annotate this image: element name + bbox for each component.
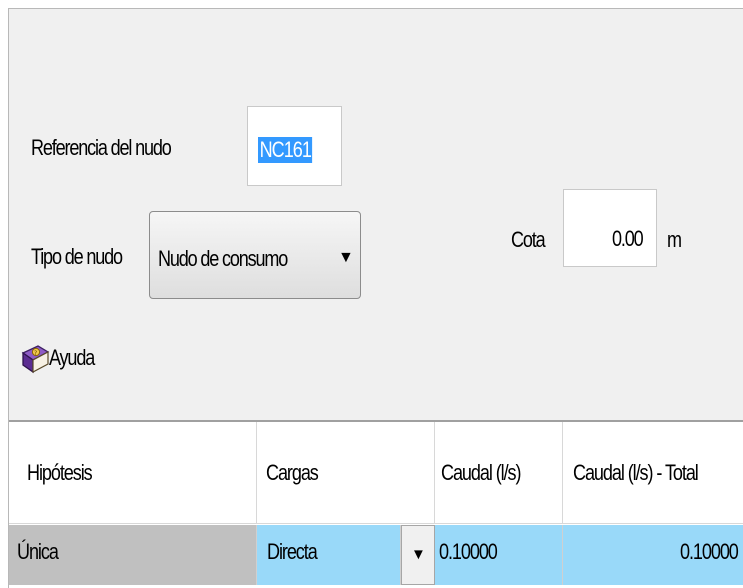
node-type-value: Nudo de consumo — [158, 246, 288, 271]
row-load-cell[interactable]: Directa — [257, 525, 401, 585]
triangle-down-icon: ▼ — [411, 546, 426, 563]
chevron-down-icon: ▼ — [338, 249, 354, 266]
column-header-loads[interactable]: Cargas — [257, 422, 435, 524]
row-flow-total-cell[interactable]: 0.10000 — [563, 525, 743, 585]
elevation-input[interactable]: 0.00 — [563, 189, 657, 267]
svg-text:?: ? — [34, 350, 37, 357]
row-load-dropdown-button[interactable]: ▼ — [401, 525, 435, 585]
node-reference-value: NC161 — [258, 137, 313, 163]
column-header-flow[interactable]: Caudal (l/s) — [435, 422, 563, 524]
node-type-dropdown[interactable]: Nudo de consumo ▼ — [149, 211, 361, 299]
column-header-hypothesis[interactable]: Hipótesis — [9, 422, 257, 524]
help-button[interactable]: ? Ayuda — [17, 327, 127, 387]
row-hypothesis-cell[interactable]: Única — [9, 525, 257, 585]
loads-table: Hipótesis Cargas Caudal (l/s) Caudal (l/… — [9, 420, 743, 588]
node-type-label: Tipo de nudo — [31, 244, 123, 269]
elevation-value: 0.00 — [612, 226, 644, 251]
help-label: Ayuda — [49, 345, 95, 370]
column-header-flow-total[interactable]: Caudal (l/s) - Total — [563, 422, 743, 524]
elevation-unit: m — [667, 227, 682, 252]
node-reference-input[interactable]: NC161 — [247, 106, 342, 186]
node-reference-label: Referencia del nudo — [31, 135, 172, 160]
node-properties-panel: Referencia del nudo NC161 Tipo de nudo N… — [8, 8, 743, 588]
elevation-label: Cota — [511, 227, 546, 252]
help-book-icon: ? — [20, 343, 50, 380]
row-flow-cell[interactable]: 0.10000 — [435, 525, 563, 585]
